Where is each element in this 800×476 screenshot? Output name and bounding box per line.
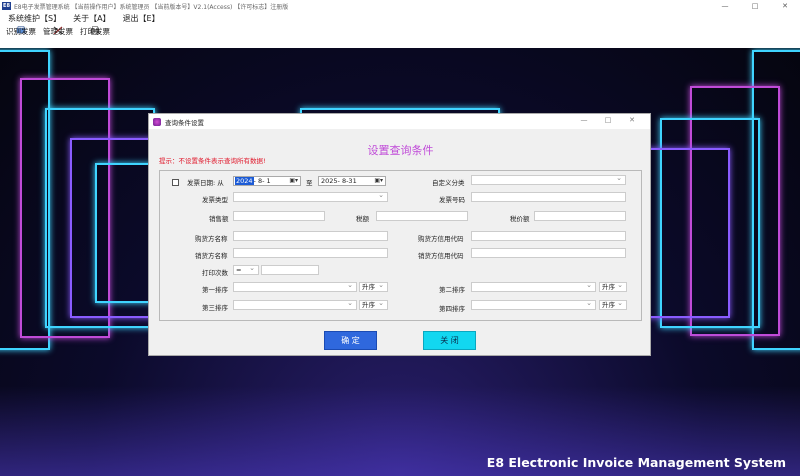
- invoice-type-label: 发票类型: [202, 196, 228, 204]
- window-titlebar: E8 E8电子发票管理系统 【当前操作用户】系统管理员 【当前版本号】V2.1(…: [0, 0, 800, 12]
- seller-credit-label: 销货方信用代码: [418, 252, 464, 260]
- sort4-order-select[interactable]: 升序: [599, 300, 627, 310]
- invoice-type-select[interactable]: [233, 192, 388, 202]
- date-from-picker[interactable]: 2024 - 8- 1 ▣▾: [233, 176, 301, 186]
- sort2-label: 第二排序: [439, 286, 465, 294]
- sort1-order-value: 升序: [362, 283, 375, 291]
- window-title: E8电子发票管理系统 【当前操作用户】系统管理员 【当前版本号】V2.1(Acc…: [14, 3, 289, 11]
- window-maximize-button[interactable]: □: [740, 0, 770, 12]
- sales-amount-input[interactable]: [233, 211, 325, 221]
- system-name-banner: E8 Electronic Invoice Management System: [486, 455, 786, 470]
- buyer-credit-label: 购货方信用代码: [418, 235, 464, 243]
- menu-bar: 系统维护【S】 关于【A】 退出【E】: [0, 12, 800, 25]
- seller-name-input[interactable]: [233, 248, 388, 258]
- invoice-number-input[interactable]: [471, 192, 626, 202]
- date-filter-checkbox[interactable]: [172, 179, 179, 186]
- dialog-title: 查询条件设置: [165, 118, 204, 127]
- date-from-year: 2024: [235, 177, 254, 185]
- print-count-label: 打印次数: [202, 269, 228, 277]
- menu-about[interactable]: 关于【A】: [73, 13, 110, 24]
- sort1-order-select[interactable]: 升序: [359, 282, 388, 292]
- custom-category-label: 自定义分类: [432, 179, 465, 187]
- tax-amount-input[interactable]: [376, 211, 468, 221]
- print-count-operator-value: =: [236, 266, 242, 274]
- sort1-label: 第一排序: [202, 286, 228, 294]
- window-minimize-button[interactable]: —: [710, 0, 740, 12]
- sort2-order-value: 升序: [602, 283, 615, 291]
- sort2-order-select[interactable]: 升序: [599, 282, 627, 292]
- tax-amount-label: 税额: [356, 215, 369, 223]
- dialog-minimize-button[interactable]: —: [572, 116, 596, 124]
- dialog-titlebar: 查询条件设置 — □ ✕: [149, 114, 650, 129]
- total-label: 税价额: [510, 215, 530, 223]
- invoice-number-label: 发票号码: [439, 196, 465, 204]
- manage-invoice-button[interactable]: 管理发票: [42, 25, 74, 48]
- menu-system[interactable]: 系统维护【S】: [8, 13, 61, 24]
- buyer-name-label: 购货方名称: [195, 235, 228, 243]
- dialog-close-button[interactable]: ✕: [620, 116, 644, 124]
- app-icon: E8: [2, 2, 11, 10]
- toolbar: 识别发票 管理发票 打印发票: [0, 25, 800, 48]
- neon-frame: [640, 148, 730, 318]
- print-count-input[interactable]: [261, 265, 319, 275]
- custom-category-select[interactable]: [471, 175, 626, 185]
- window-close-button[interactable]: ✕: [770, 0, 800, 12]
- sort4-label: 第四排序: [439, 305, 465, 313]
- date-from-rest: - 8- 1: [253, 177, 271, 185]
- dialog-maximize-button[interactable]: □: [596, 116, 620, 124]
- date-to-value: 2025- 8-31: [321, 177, 357, 185]
- calendar-dropdown-icon[interactable]: ▣▾: [374, 177, 383, 185]
- dialog-app-icon: [153, 117, 161, 126]
- buyer-credit-input[interactable]: [471, 231, 626, 241]
- sort4-order-value: 升序: [602, 301, 615, 309]
- sort3-field-select[interactable]: [233, 300, 357, 310]
- sales-amount-label: 销售额: [209, 215, 229, 223]
- sort3-order-select[interactable]: 升序: [359, 300, 388, 310]
- date-to-picker[interactable]: 2025- 8-31 ▣▾: [318, 176, 386, 186]
- manage-invoice-label: 管理发票: [43, 27, 73, 36]
- date-label: 发票日期: 从: [187, 179, 224, 187]
- print-invoice-label: 打印发票: [80, 27, 110, 36]
- sort3-order-value: 升序: [362, 301, 375, 309]
- date-to-label: 至: [306, 179, 313, 187]
- seller-credit-input[interactable]: [471, 248, 626, 258]
- print-invoice-button[interactable]: 打印发票: [79, 25, 111, 48]
- hint-text: 提示：不设置条件表示查询所有数据!: [159, 157, 266, 165]
- sort4-field-select[interactable]: [471, 300, 596, 310]
- conditions-group: 发票日期: 从 2024 - 8- 1 ▣▾ 至 2025- 8-31 ▣▾ 自…: [159, 170, 642, 321]
- recognize-invoice-button[interactable]: 识别发票: [5, 25, 37, 48]
- print-count-operator-select[interactable]: =: [233, 265, 259, 275]
- calendar-dropdown-icon[interactable]: ▣▾: [289, 177, 298, 185]
- sort1-field-select[interactable]: [233, 282, 357, 292]
- total-input[interactable]: [534, 211, 626, 221]
- recognize-invoice-label: 识别发票: [6, 27, 36, 36]
- close-button[interactable]: 关 闭: [423, 331, 476, 350]
- confirm-button[interactable]: 确 定: [324, 331, 377, 350]
- seller-name-label: 销货方名称: [195, 252, 228, 260]
- menu-exit[interactable]: 退出【E】: [123, 13, 160, 24]
- sort3-label: 第三排序: [202, 304, 228, 312]
- sort2-field-select[interactable]: [471, 282, 596, 292]
- query-settings-dialog: 查询条件设置 — □ ✕ 设置查询条件 提示：不设置条件表示查询所有数据! 发票…: [148, 113, 651, 356]
- buyer-name-input[interactable]: [233, 231, 388, 241]
